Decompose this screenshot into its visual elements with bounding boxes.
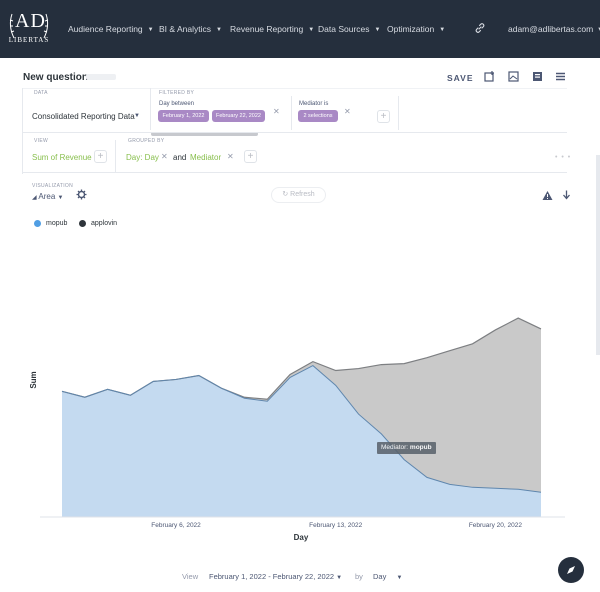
remove-group-icon[interactable]: ✕	[227, 152, 234, 161]
filter-mediator-label: Mediator is	[299, 101, 329, 107]
nav-label: BI & Analytics	[159, 24, 211, 34]
nav-data-sources[interactable]: Data Sources ▼	[318, 24, 380, 34]
explore-button[interactable]	[558, 557, 584, 583]
remove-filter-icon[interactable]: ✕	[344, 107, 351, 116]
grouped-by-label: GROUPED BY	[128, 138, 165, 144]
refresh-label: Refresh	[290, 191, 315, 198]
divider	[115, 140, 116, 172]
y-axis-label: Sum	[29, 371, 38, 388]
caret-down-icon: ▼	[374, 27, 381, 33]
compass-icon	[567, 566, 575, 574]
granularity: Day	[373, 572, 387, 581]
nav-label: Data Sources	[318, 24, 370, 34]
legend-label: mopub	[46, 220, 68, 227]
tooltip-key: Mediator:	[381, 444, 409, 451]
caret-down-icon: ▼	[147, 27, 154, 33]
granularity-select[interactable]: Day ▼	[373, 572, 402, 581]
menu-icon[interactable]	[555, 71, 566, 82]
gear-icon[interactable]	[76, 189, 87, 200]
logo-text: LIBERTAS	[8, 36, 50, 44]
save-button[interactable]: SAVE	[447, 73, 474, 83]
logo[interactable]: AD LIBERTAS	[6, 8, 52, 52]
and-label: and	[173, 153, 187, 162]
filter-day-end-pill[interactable]: February 22, 2022	[212, 110, 265, 122]
nav-revenue-reporting[interactable]: Revenue Reporting ▼	[230, 24, 314, 34]
logo-ad: AD	[15, 10, 46, 32]
more-icon[interactable]: • • •	[555, 154, 571, 161]
chart-tooltip: Mediator: mopub	[377, 442, 436, 454]
chevron-down-icon: ▼	[57, 195, 64, 201]
top-nav: AD LIBERTAS Audience Reporting ▼ BI & Ana…	[0, 0, 600, 58]
nav-label: Optimization	[387, 24, 435, 34]
footer-by-label: by	[355, 572, 363, 581]
filtered-by-label: FILTERED BY	[159, 90, 195, 96]
remove-group-icon[interactable]: ✕	[161, 152, 168, 161]
group-by-day[interactable]: Day: Day	[126, 153, 159, 162]
warning-icon[interactable]	[542, 190, 553, 201]
view-label: VIEW	[34, 138, 48, 144]
visualization-type: Area	[38, 192, 56, 201]
nav-label: Audience Reporting	[68, 24, 143, 34]
footer-view-label: View	[182, 572, 198, 581]
page-title: New question	[23, 72, 89, 83]
area-chart-icon: ◢	[32, 195, 37, 201]
tooltip-value: mopub	[409, 444, 432, 451]
date-range-select[interactable]: February 1, 2022 - February 22, 2022 ▼	[209, 572, 342, 581]
link-icon[interactable]	[474, 22, 486, 34]
filter-day-label: Day between	[159, 101, 195, 107]
legend-item-applovin[interactable]: applovin	[79, 220, 117, 227]
data-label: DATA	[34, 90, 48, 96]
chevron-down-icon[interactable]: ▼	[134, 113, 140, 119]
legend-label: applovin	[91, 220, 118, 227]
download-icon[interactable]	[562, 190, 571, 201]
divider	[22, 172, 567, 173]
add-metric-button[interactable]: +	[94, 150, 107, 163]
x-axis-label: Day	[294, 533, 309, 542]
visualization-label: VISUALIZATION	[32, 183, 74, 189]
footer-label: by	[355, 572, 363, 581]
divider	[22, 88, 567, 89]
title-placeholder-bar	[86, 74, 116, 80]
add-grouping-button[interactable]: +	[244, 150, 257, 163]
divider	[150, 88, 151, 130]
x-tick-label: February 6, 2022	[151, 522, 201, 529]
nav-audience-reporting[interactable]: Audience Reporting ▼	[68, 24, 154, 34]
legend-swatch	[34, 220, 41, 227]
chevron-down-icon: ▼	[336, 575, 343, 581]
add-filter-button[interactable]: +	[377, 110, 390, 123]
refresh-button[interactable]: ↻ Refresh	[271, 187, 326, 203]
data-source-select[interactable]: Consolidated Reporting Data	[32, 112, 135, 121]
nav-bi-analytics[interactable]: BI & Analytics ▼	[159, 24, 222, 34]
divider	[398, 96, 399, 130]
caret-down-icon: ▼	[439, 27, 446, 33]
divider	[291, 96, 292, 130]
group-by-mediator[interactable]: Mediator	[190, 153, 221, 162]
notebook-icon[interactable]	[532, 71, 543, 82]
filter-day-start-pill[interactable]: February 1, 2022	[158, 110, 209, 122]
caret-down-icon: ▼	[215, 27, 222, 33]
filter-mediator-pill[interactable]: 2 selections	[298, 110, 338, 122]
add-to-dashboard-icon[interactable]	[484, 71, 495, 82]
caret-down-icon: ▼	[308, 27, 315, 33]
visualization-type-select[interactable]: ◢ Area ▼	[32, 192, 64, 201]
x-tick-label: February 20, 2022	[469, 522, 523, 529]
chevron-down-icon: ▼	[396, 575, 403, 581]
area-chart: February 6, 2022 February 13, 2022 Februar…	[29, 317, 565, 542]
refresh-icon: ↻	[282, 191, 289, 198]
legend-swatch	[79, 220, 86, 227]
user-email: adam@adlibertas.com	[508, 24, 594, 34]
divider	[22, 88, 23, 174]
legend-item-mopub[interactable]: mopub	[34, 220, 67, 227]
nav-label: Revenue Reporting	[230, 24, 304, 34]
remove-filter-icon[interactable]: ✕	[273, 107, 280, 116]
x-tick-label: February 13, 2022	[309, 522, 363, 529]
date-range: February 1, 2022 - February 22, 2022	[209, 572, 335, 581]
summarize-metric[interactable]: Sum of Revenue	[32, 153, 92, 162]
image-icon[interactable]	[508, 71, 519, 82]
divider	[22, 132, 567, 133]
user-menu[interactable]: adam@adlibertas.com▼	[508, 24, 600, 34]
footer-label: View	[182, 572, 199, 581]
nav-optimization[interactable]: Optimization ▼	[387, 24, 445, 34]
